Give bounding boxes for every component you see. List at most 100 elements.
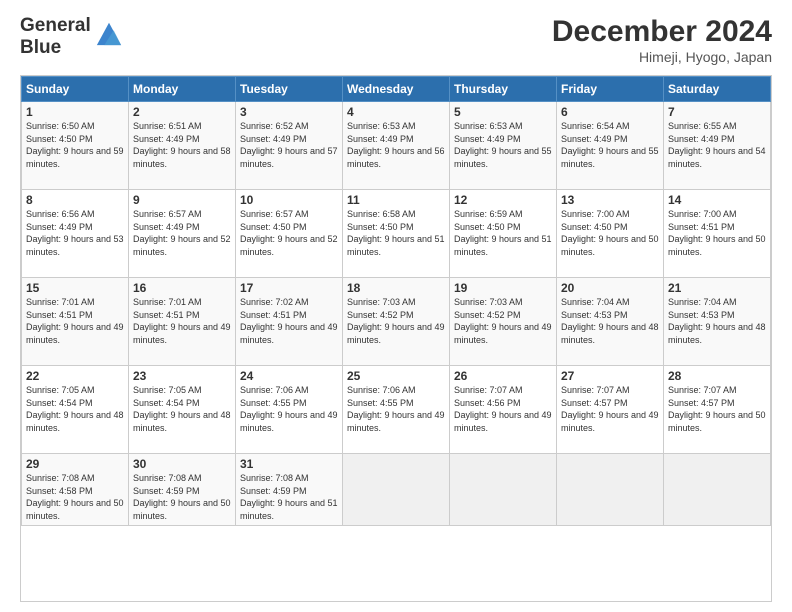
day-number: 7: [668, 105, 766, 119]
day-header-friday: Friday: [557, 77, 664, 102]
calendar-cell: 17 Sunrise: 7:02 AMSunset: 4:51 PMDaylig…: [236, 278, 343, 366]
calendar: SundayMondayTuesdayWednesdayThursdayFrid…: [20, 75, 772, 602]
calendar-cell: 9 Sunrise: 6:57 AMSunset: 4:49 PMDayligh…: [129, 190, 236, 278]
day-info: Sunrise: 6:50 AMSunset: 4:50 PMDaylight:…: [26, 120, 124, 170]
calendar-cell: 10 Sunrise: 6:57 AMSunset: 4:50 PMDaylig…: [236, 190, 343, 278]
day-number: 6: [561, 105, 659, 119]
day-info: Sunrise: 7:04 AMSunset: 4:53 PMDaylight:…: [561, 296, 659, 346]
calendar-cell: 30 Sunrise: 7:08 AMSunset: 4:59 PMDaylig…: [129, 454, 236, 526]
calendar-cell: 14 Sunrise: 7:00 AMSunset: 4:51 PMDaylig…: [664, 190, 771, 278]
day-info: Sunrise: 6:57 AMSunset: 4:50 PMDaylight:…: [240, 208, 338, 258]
day-info: Sunrise: 7:04 AMSunset: 4:53 PMDaylight:…: [668, 296, 766, 346]
day-number: 20: [561, 281, 659, 295]
logo-icon: [95, 19, 123, 47]
day-number: 8: [26, 193, 124, 207]
day-number: 10: [240, 193, 338, 207]
day-info: Sunrise: 6:52 AMSunset: 4:49 PMDaylight:…: [240, 120, 338, 170]
calendar-cell: 18 Sunrise: 7:03 AMSunset: 4:52 PMDaylig…: [343, 278, 450, 366]
calendar-cell: 27 Sunrise: 7:07 AMSunset: 4:57 PMDaylig…: [557, 366, 664, 454]
calendar-week-5: 29 Sunrise: 7:08 AMSunset: 4:58 PMDaylig…: [22, 454, 771, 526]
calendar-cell: [557, 454, 664, 526]
day-info: Sunrise: 6:53 AMSunset: 4:49 PMDaylight:…: [454, 120, 552, 170]
page: GeneralBlue December 2024 Himeji, Hyogo,…: [0, 0, 792, 612]
day-info: Sunrise: 6:57 AMSunset: 4:49 PMDaylight:…: [133, 208, 231, 258]
title-block: December 2024 Himeji, Hyogo, Japan: [552, 15, 772, 65]
calendar-week-3: 15 Sunrise: 7:01 AMSunset: 4:51 PMDaylig…: [22, 278, 771, 366]
logo-text: GeneralBlue: [20, 15, 91, 59]
day-number: 15: [26, 281, 124, 295]
day-number: 1: [26, 105, 124, 119]
calendar-cell: 6 Sunrise: 6:54 AMSunset: 4:49 PMDayligh…: [557, 102, 664, 190]
subtitle: Himeji, Hyogo, Japan: [552, 49, 772, 65]
day-info: Sunrise: 6:54 AMSunset: 4:49 PMDaylight:…: [561, 120, 659, 170]
day-number: 29: [26, 457, 124, 471]
calendar-cell: 23 Sunrise: 7:05 AMSunset: 4:54 PMDaylig…: [129, 366, 236, 454]
day-info: Sunrise: 6:53 AMSunset: 4:49 PMDaylight:…: [347, 120, 445, 170]
calendar-cell: 29 Sunrise: 7:08 AMSunset: 4:58 PMDaylig…: [22, 454, 129, 526]
day-info: Sunrise: 6:51 AMSunset: 4:49 PMDaylight:…: [133, 120, 231, 170]
calendar-cell: 8 Sunrise: 6:56 AMSunset: 4:49 PMDayligh…: [22, 190, 129, 278]
day-info: Sunrise: 6:58 AMSunset: 4:50 PMDaylight:…: [347, 208, 445, 258]
day-info: Sunrise: 7:07 AMSunset: 4:56 PMDaylight:…: [454, 384, 552, 434]
day-info: Sunrise: 7:02 AMSunset: 4:51 PMDaylight:…: [240, 296, 338, 346]
calendar-cell: 16 Sunrise: 7:01 AMSunset: 4:51 PMDaylig…: [129, 278, 236, 366]
day-number: 30: [133, 457, 231, 471]
day-header-wednesday: Wednesday: [343, 77, 450, 102]
calendar-cell: 21 Sunrise: 7:04 AMSunset: 4:53 PMDaylig…: [664, 278, 771, 366]
day-number: 14: [668, 193, 766, 207]
calendar-body: 1 Sunrise: 6:50 AMSunset: 4:50 PMDayligh…: [22, 102, 771, 526]
calendar-cell: 24 Sunrise: 7:06 AMSunset: 4:55 PMDaylig…: [236, 366, 343, 454]
day-info: Sunrise: 7:01 AMSunset: 4:51 PMDaylight:…: [133, 296, 231, 346]
day-info: Sunrise: 7:06 AMSunset: 4:55 PMDaylight:…: [347, 384, 445, 434]
day-info: Sunrise: 7:00 AMSunset: 4:51 PMDaylight:…: [668, 208, 766, 258]
day-info: Sunrise: 7:05 AMSunset: 4:54 PMDaylight:…: [26, 384, 124, 434]
day-info: Sunrise: 6:55 AMSunset: 4:49 PMDaylight:…: [668, 120, 766, 170]
day-info: Sunrise: 7:08 AMSunset: 4:59 PMDaylight:…: [240, 472, 338, 522]
day-info: Sunrise: 7:07 AMSunset: 4:57 PMDaylight:…: [668, 384, 766, 434]
calendar-cell: [343, 454, 450, 526]
day-number: 12: [454, 193, 552, 207]
calendar-cell: 22 Sunrise: 7:05 AMSunset: 4:54 PMDaylig…: [22, 366, 129, 454]
calendar-cell: 11 Sunrise: 6:58 AMSunset: 4:50 PMDaylig…: [343, 190, 450, 278]
day-number: 17: [240, 281, 338, 295]
day-info: Sunrise: 7:08 AMSunset: 4:59 PMDaylight:…: [133, 472, 231, 522]
calendar-cell: 12 Sunrise: 6:59 AMSunset: 4:50 PMDaylig…: [450, 190, 557, 278]
day-number: 11: [347, 193, 445, 207]
day-number: 25: [347, 369, 445, 383]
day-number: 5: [454, 105, 552, 119]
day-number: 22: [26, 369, 124, 383]
day-number: 27: [561, 369, 659, 383]
day-number: 24: [240, 369, 338, 383]
day-info: Sunrise: 7:03 AMSunset: 4:52 PMDaylight:…: [454, 296, 552, 346]
day-header-monday: Monday: [129, 77, 236, 102]
calendar-cell: 5 Sunrise: 6:53 AMSunset: 4:49 PMDayligh…: [450, 102, 557, 190]
day-info: Sunrise: 6:59 AMSunset: 4:50 PMDaylight:…: [454, 208, 552, 258]
day-info: Sunrise: 7:08 AMSunset: 4:58 PMDaylight:…: [26, 472, 124, 522]
calendar-cell: 28 Sunrise: 7:07 AMSunset: 4:57 PMDaylig…: [664, 366, 771, 454]
day-info: Sunrise: 6:56 AMSunset: 4:49 PMDaylight:…: [26, 208, 124, 258]
header: GeneralBlue December 2024 Himeji, Hyogo,…: [20, 15, 772, 65]
day-info: Sunrise: 7:05 AMSunset: 4:54 PMDaylight:…: [133, 384, 231, 434]
day-number: 16: [133, 281, 231, 295]
calendar-cell: [664, 454, 771, 526]
calendar-cell: 25 Sunrise: 7:06 AMSunset: 4:55 PMDaylig…: [343, 366, 450, 454]
day-number: 9: [133, 193, 231, 207]
calendar-cell: 15 Sunrise: 7:01 AMSunset: 4:51 PMDaylig…: [22, 278, 129, 366]
calendar-week-1: 1 Sunrise: 6:50 AMSunset: 4:50 PMDayligh…: [22, 102, 771, 190]
day-number: 4: [347, 105, 445, 119]
main-title: December 2024: [552, 15, 772, 49]
day-header-thursday: Thursday: [450, 77, 557, 102]
calendar-header-row: SundayMondayTuesdayWednesdayThursdayFrid…: [22, 77, 771, 102]
day-number: 19: [454, 281, 552, 295]
day-header-sunday: Sunday: [22, 77, 129, 102]
day-header-tuesday: Tuesday: [236, 77, 343, 102]
calendar-cell: 13 Sunrise: 7:00 AMSunset: 4:50 PMDaylig…: [557, 190, 664, 278]
calendar-cell: 26 Sunrise: 7:07 AMSunset: 4:56 PMDaylig…: [450, 366, 557, 454]
calendar-cell: 19 Sunrise: 7:03 AMSunset: 4:52 PMDaylig…: [450, 278, 557, 366]
day-info: Sunrise: 7:06 AMSunset: 4:55 PMDaylight:…: [240, 384, 338, 434]
calendar-cell: [450, 454, 557, 526]
day-info: Sunrise: 7:07 AMSunset: 4:57 PMDaylight:…: [561, 384, 659, 434]
day-number: 3: [240, 105, 338, 119]
calendar-cell: 2 Sunrise: 6:51 AMSunset: 4:49 PMDayligh…: [129, 102, 236, 190]
calendar-cell: 1 Sunrise: 6:50 AMSunset: 4:50 PMDayligh…: [22, 102, 129, 190]
